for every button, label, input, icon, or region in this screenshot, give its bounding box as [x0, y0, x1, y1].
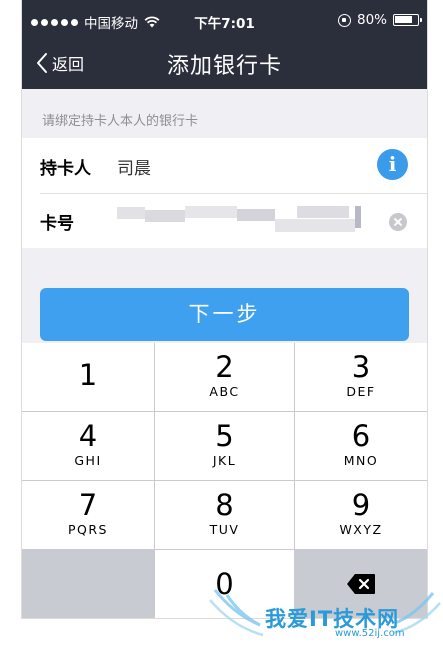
rotation-lock-icon	[337, 13, 351, 27]
key-4[interactable]: 4 GHI	[22, 412, 154, 480]
card-number-label: 卡号	[40, 214, 74, 234]
bind-hint-text: 请绑定持卡人本人的银行卡	[42, 114, 199, 129]
key-9[interactable]: 9 WXYZ	[295, 481, 427, 549]
key-8[interactable]: 8 TUV	[155, 481, 294, 549]
status-bar: 中国移动 下午7:01 80%	[22, 0, 427, 40]
key-blank	[22, 550, 154, 618]
page-title: 添加银行卡	[166, 54, 282, 79]
cardholder-label: 持卡人	[40, 159, 91, 179]
navigation-bar: 返回 添加银行卡	[22, 40, 427, 89]
key-number: 7	[78, 488, 98, 522]
card-form: 持卡人 司晨 i 卡号	[22, 138, 427, 248]
key-2[interactable]: 2 ABC	[155, 343, 294, 411]
key-number: 2	[215, 350, 234, 384]
key-number: 5	[215, 419, 234, 453]
key-letters: ABC	[209, 384, 240, 399]
site-watermark: 我爱IT技术网 www.52ij.com	[205, 585, 443, 651]
key-number: 1	[78, 358, 98, 392]
numeric-keypad: 1 2 ABC 3 DEF 4 GHI 5 JKL 6 MNO 7 PQRS 8…	[22, 343, 427, 618]
phone-screen: 中国移动 下午7:01 80% 返回 添加银行卡 请绑定持卡人本人的银行卡 持卡…	[22, 0, 427, 618]
watermark-url: www.52ij.com	[335, 628, 405, 639]
key-number: 9	[351, 488, 371, 522]
status-right: 80%	[337, 12, 422, 28]
key-number: 6	[351, 419, 371, 453]
key-number: 8	[215, 488, 234, 522]
key-6[interactable]: 6 MNO	[295, 412, 427, 480]
card-number-row[interactable]: 卡号	[22, 193, 427, 248]
key-number: 3	[351, 350, 371, 384]
key-letters: DEF	[346, 384, 376, 399]
key-letters: GHI	[74, 453, 102, 468]
key-letters: JKL	[212, 453, 237, 468]
battery-icon	[393, 14, 422, 26]
clear-input-icon[interactable]	[389, 213, 407, 231]
battery-fill	[395, 16, 412, 23]
card-number-input[interactable]	[117, 206, 362, 234]
cardholder-row: 持卡人 司晨 i	[22, 138, 427, 193]
next-step-button[interactable]: 下一步	[40, 288, 409, 341]
key-letters: MNO	[343, 453, 379, 468]
key-number: 4	[78, 419, 98, 453]
key-letters: TUV	[209, 522, 240, 537]
key-letters: PQRS	[68, 522, 108, 537]
info-icon[interactable]: i	[377, 149, 408, 180]
key-1[interactable]: 1	[22, 343, 154, 411]
key-5[interactable]: 5 JKL	[155, 412, 294, 480]
key-letters: WXYZ	[339, 522, 383, 537]
key-3[interactable]: 3 DEF	[295, 343, 427, 411]
battery-percent: 80%	[356, 12, 387, 28]
key-7[interactable]: 7 PQRS	[22, 481, 154, 549]
top-bar: 中国移动 下午7:01 80% 返回 添加银行卡	[22, 0, 427, 89]
cardholder-value: 司晨	[117, 159, 151, 179]
